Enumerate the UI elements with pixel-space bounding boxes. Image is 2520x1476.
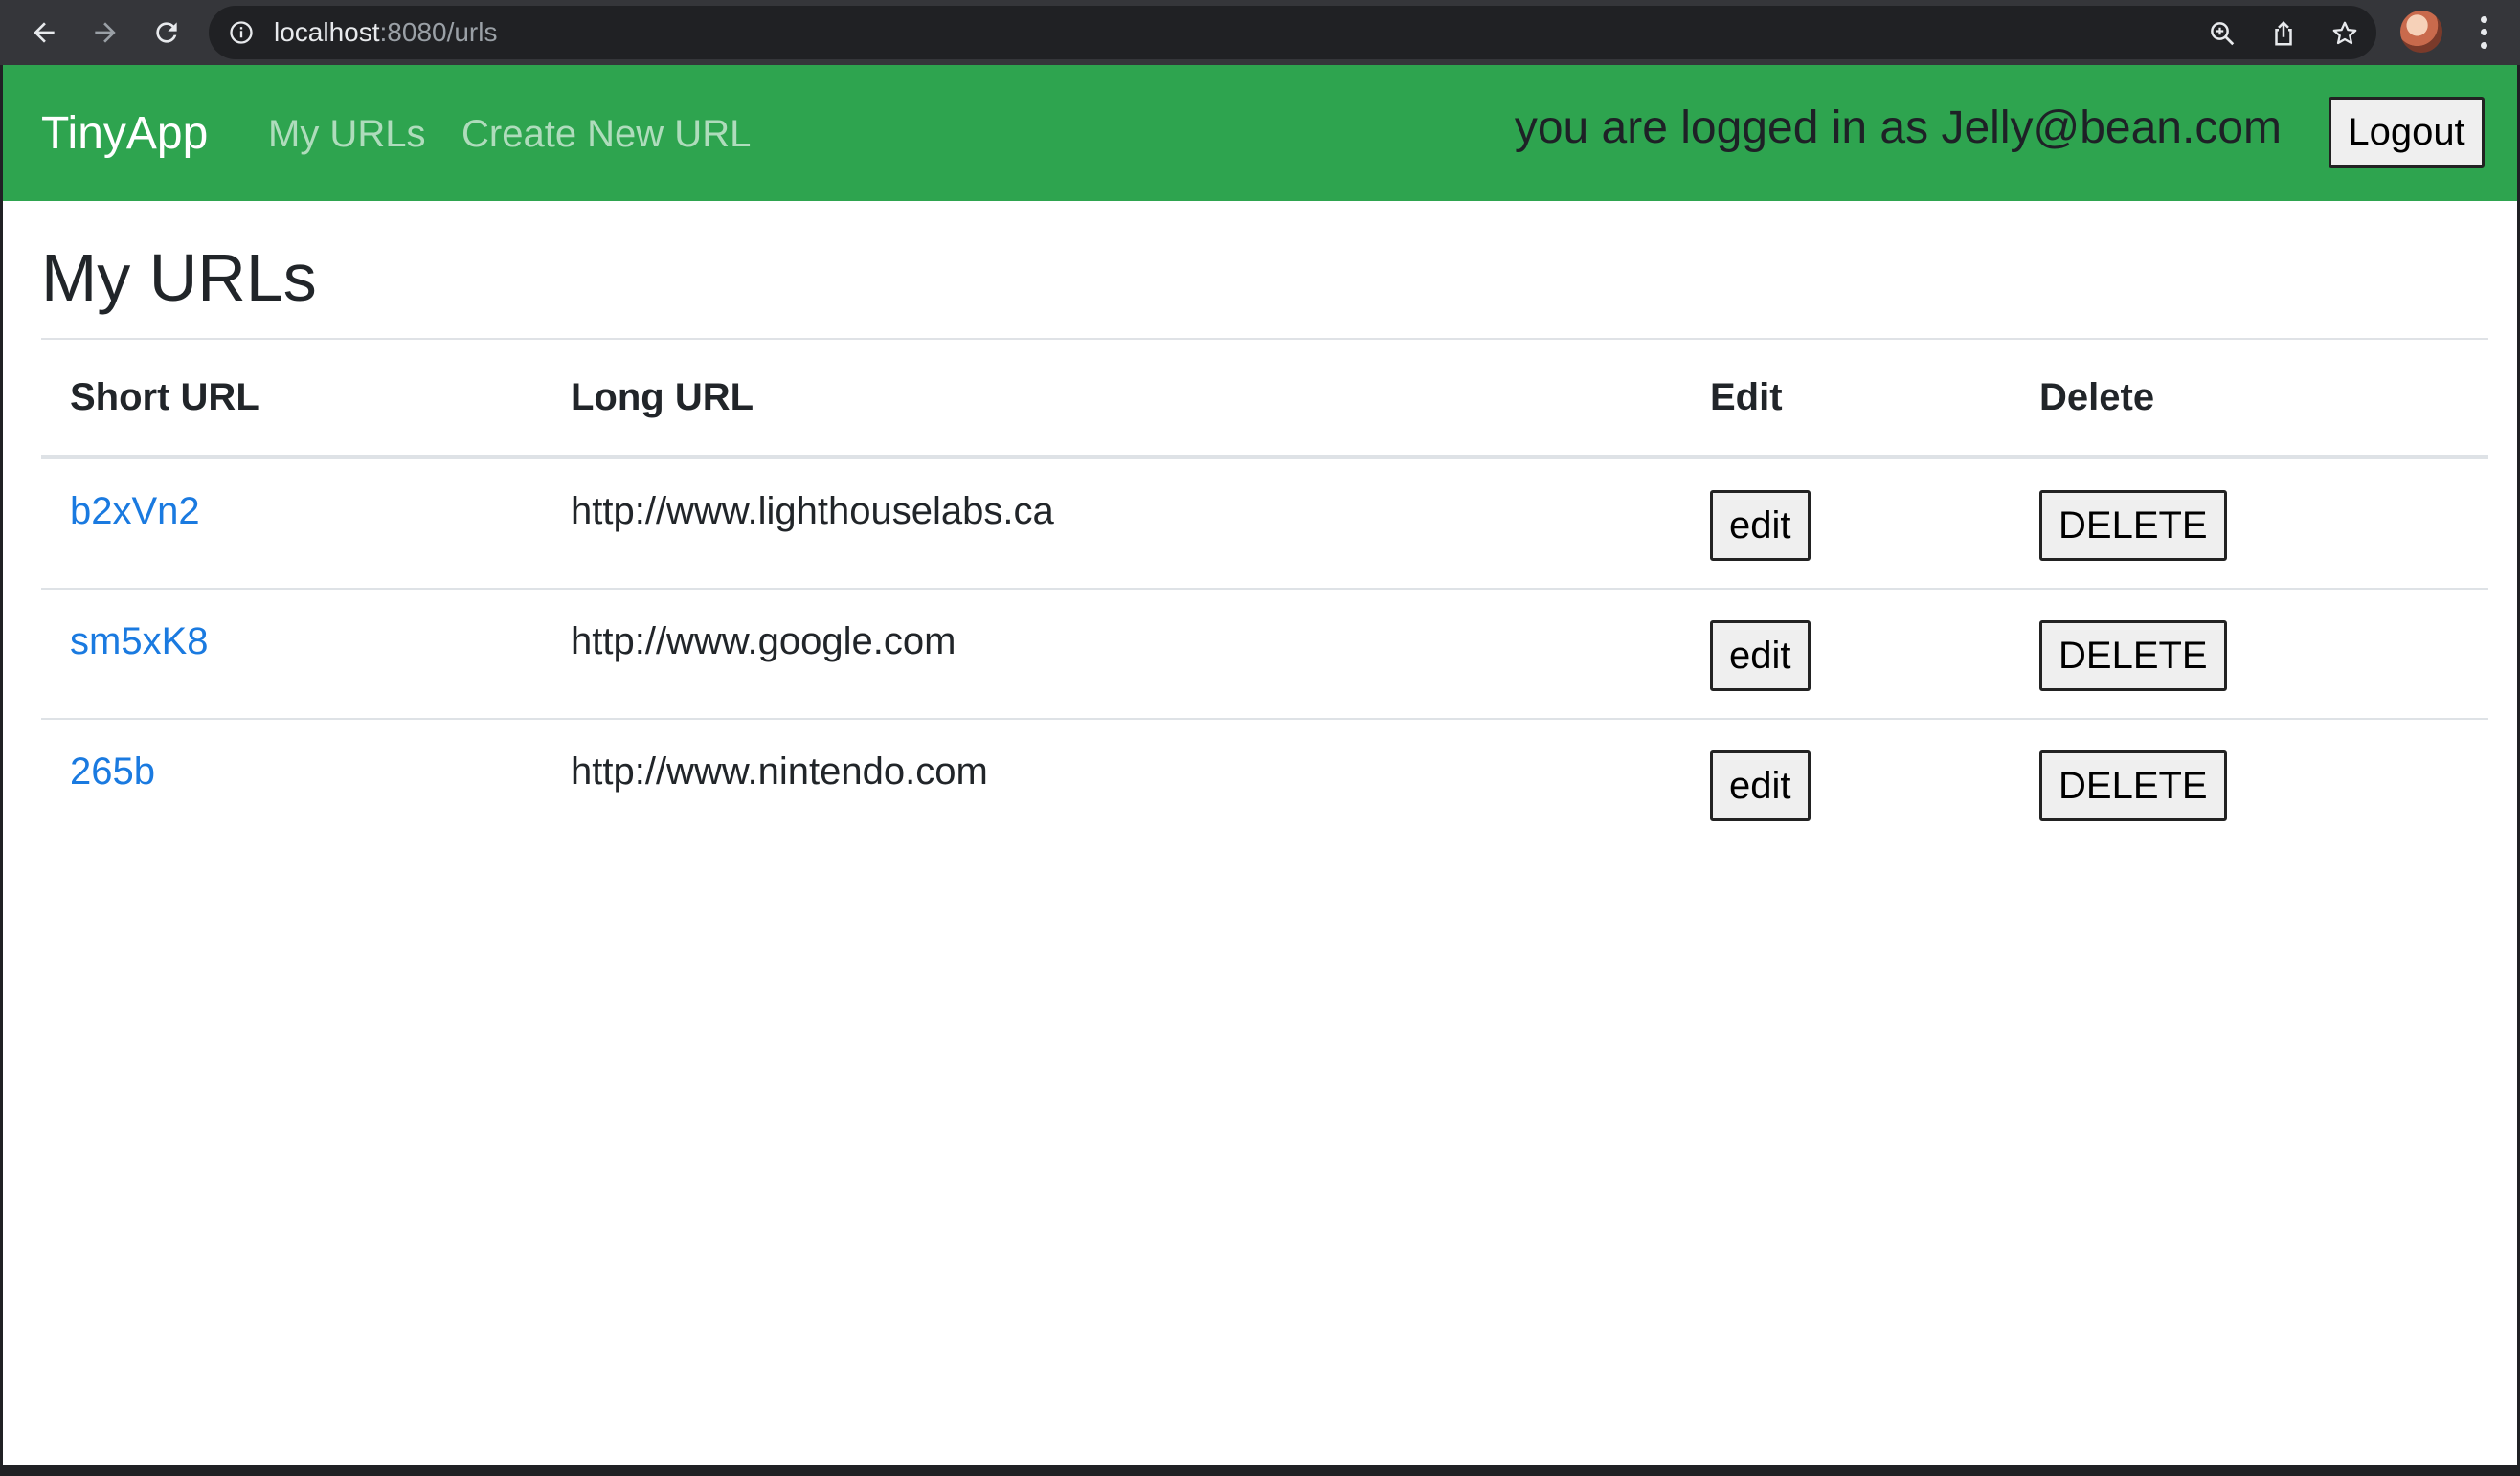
browser-toolbar: localhost:8080/urls [0, 0, 2520, 65]
long-url-text: http://www.lighthouselabs.ca [571, 490, 1054, 532]
short-url-link[interactable]: 265b [70, 720, 513, 794]
delete-cell: DELETE [2011, 457, 2488, 590]
long-url-cell: http://www.google.com [542, 589, 1681, 720]
arrow-right-icon [95, 22, 116, 43]
short-url-cell: b2xVn2 [41, 457, 542, 590]
logged-in-status: you are logged in as Jelly@bean.com [1514, 102, 2282, 153]
table-row: sm5xK8 http://www.google.com edit DELETE [41, 589, 2488, 720]
long-url-cell: http://www.nintendo.com [542, 719, 1681, 848]
edit-button[interactable]: edit [1710, 620, 1811, 691]
column-header-long-url: Long URL [542, 340, 1681, 459]
browser-window: localhost:8080/urls TinyApp My URLs Crea… [0, 0, 2520, 1476]
address-text[interactable]: localhost:8080/urls [274, 6, 497, 59]
edit-button[interactable]: edit [1710, 490, 1811, 561]
page-title: My URLs [41, 240, 317, 315]
page-viewport: TinyApp My URLs Create New URL you are l… [3, 65, 2517, 1465]
share-icon [2275, 20, 2292, 46]
column-header-delete: Delete [2011, 340, 2488, 459]
table-row: 265b http://www.nintendo.com edit DELETE [41, 719, 2488, 848]
nav-link-create-new-url[interactable]: Create New URL [461, 111, 751, 157]
bookmark-button[interactable] [2329, 17, 2361, 50]
delete-button[interactable]: DELETE [2039, 490, 2227, 561]
arrow-left-icon [34, 22, 55, 43]
long-url-cell: http://www.lighthouselabs.ca [542, 457, 1681, 590]
edit-cell: edit [1681, 589, 2011, 720]
profile-avatar[interactable] [2400, 11, 2442, 53]
address-bar[interactable]: localhost:8080/urls [209, 6, 2376, 59]
table-row: b2xVn2 http://www.lighthouselabs.ca edit… [41, 457, 2488, 590]
short-url-link[interactable]: b2xVn2 [70, 459, 513, 534]
edit-cell: edit [1681, 457, 2011, 590]
nav-link-my-urls[interactable]: My URLs [268, 111, 425, 157]
brand-link[interactable]: TinyApp [41, 107, 208, 161]
logout-button[interactable]: Logout [2329, 97, 2485, 168]
urls-table: Short URL Long URL Edit Delete b2xVn2 ht… [41, 340, 2488, 848]
short-url-cell: 265b [41, 719, 542, 848]
reload-icon [156, 22, 177, 43]
reload-button[interactable] [146, 11, 188, 54]
edit-button[interactable]: edit [1710, 750, 1811, 821]
column-header-edit: Edit [1681, 340, 2011, 459]
kebab-menu-icon[interactable] [2470, 13, 2497, 52]
column-header-short-url: Short URL [41, 340, 542, 459]
share-button[interactable] [2267, 17, 2300, 50]
table-header-row: Short URL Long URL Edit Delete [41, 340, 2488, 459]
short-url-link[interactable]: sm5xK8 [70, 590, 513, 664]
app-navbar: TinyApp My URLs Create New URL you are l… [3, 65, 2517, 201]
back-button[interactable] [23, 11, 65, 54]
url-host: localhost [274, 17, 380, 47]
long-url-text: http://www.google.com [571, 620, 956, 662]
zoom-icon [2211, 22, 2235, 46]
delete-button[interactable]: DELETE [2039, 750, 2227, 821]
url-path: :8080/urls [379, 17, 498, 47]
short-url-cell: sm5xK8 [41, 589, 542, 720]
long-url-text: http://www.nintendo.com [571, 750, 988, 793]
edit-cell: edit [1681, 719, 2011, 848]
info-icon[interactable] [228, 19, 255, 46]
delete-cell: DELETE [2011, 719, 2488, 848]
delete-button[interactable]: DELETE [2039, 620, 2227, 691]
delete-cell: DELETE [2011, 589, 2488, 720]
forward-button[interactable] [84, 11, 126, 54]
star-icon [2332, 21, 2357, 45]
zoom-button[interactable] [2206, 17, 2239, 50]
